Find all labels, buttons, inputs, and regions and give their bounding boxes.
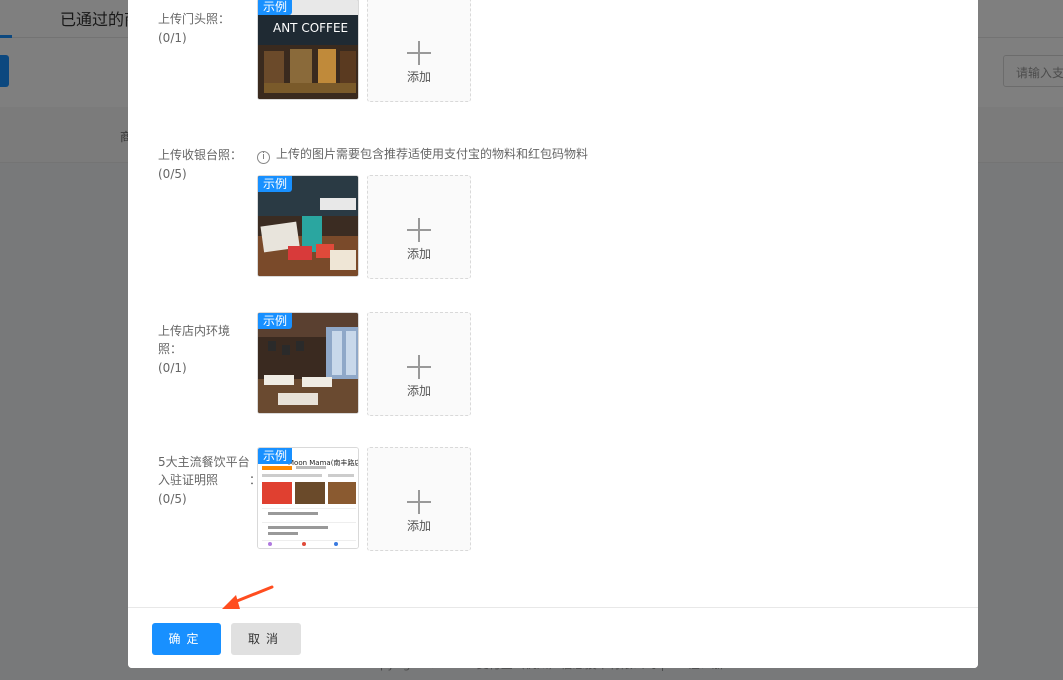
modal-body: 上传门头照： (0/1) ANT COFFEE 示例 添加 上传收银台照： (0…	[128, 0, 978, 607]
confirm-button[interactable]: 确定	[152, 623, 221, 655]
cashier-label-text: 上传收银台照：	[158, 148, 243, 162]
platform-label: 5大主流餐饮平台入驻证明照： (0/5)	[158, 453, 261, 508]
platform-sample-image[interactable]: Moon Mama(南丰路店) 示例	[257, 447, 359, 549]
interior-sample-image[interactable]: 示例	[257, 312, 359, 414]
cashier-sample-image[interactable]: 示例	[257, 175, 359, 277]
storefront-add-button[interactable]: 添加	[367, 0, 471, 102]
annotation-arrow-icon	[222, 585, 274, 609]
cashier-label: 上传收银台照： (0/5)	[158, 146, 253, 183]
platform-sample-badge: 示例	[258, 448, 293, 464]
storefront-sample-badge: 示例	[258, 0, 293, 15]
interior-label: 上传店内环境照： (0/1)	[158, 322, 253, 377]
cancel-button[interactable]: 取消	[231, 623, 301, 655]
plus-icon	[407, 355, 431, 379]
interior-label-text: 上传店内环境照：	[158, 324, 231, 356]
platform-add-button[interactable]: 添加	[367, 447, 471, 551]
storefront-sign-text: ANT COFFEE	[273, 21, 349, 35]
upload-row-interior: 上传店内环境照： (0/1) 示例 添加	[128, 312, 978, 432]
interior-count: (0/1)	[158, 361, 187, 375]
platform-add-label: 添加	[406, 519, 431, 533]
interior-add-button[interactable]: 添加	[367, 312, 471, 416]
upload-row-platform-proof: 5大主流餐饮平台入驻证明照： (0/5) Moon Mama(南丰路店) 示例 …	[128, 447, 978, 563]
platform-label-text: 5大主流餐饮平台入驻证明照	[158, 455, 250, 487]
cashier-tip-text: 上传的图片需要包含推荐适使用支付宝的物料和红包码物料	[276, 147, 589, 161]
upload-row-cashier: 上传收银台照： (0/5) i 上传的图片需要包含推荐适使用支付宝的物料和红包码物…	[128, 146, 978, 281]
cashier-add-button[interactable]: 添加	[367, 175, 471, 279]
interior-add-label: 添加	[406, 384, 431, 398]
platform-count: (0/5)	[158, 492, 187, 506]
interior-sample-badge: 示例	[258, 313, 293, 329]
upload-modal: 上传门头照： (0/1) ANT COFFEE 示例 添加 上传收银台照： (0…	[128, 0, 978, 668]
modal-footer: 确定 取消	[128, 607, 978, 668]
plus-icon	[407, 218, 431, 242]
storefront-label-text: 上传门头照：	[158, 12, 231, 26]
storefront-add-label: 添加	[406, 70, 431, 84]
platform-screenshot-title: Moon Mama(南丰路店)	[288, 459, 359, 467]
storefront-photo-icon	[258, 0, 358, 99]
upload-row-storefront: 上传门头照： (0/1) ANT COFFEE 示例 添加	[128, 0, 978, 120]
storefront-sample-image[interactable]: ANT COFFEE 示例	[257, 0, 359, 100]
cashier-sample-badge: 示例	[258, 176, 293, 192]
info-icon: i	[257, 151, 270, 164]
cashier-add-label: 添加	[406, 247, 431, 261]
plus-icon	[407, 41, 431, 65]
cashier-tip: i 上传的图片需要包含推荐适使用支付宝的物料和红包码物料	[257, 146, 588, 164]
cashier-count: (0/5)	[158, 167, 187, 181]
plus-icon	[407, 490, 431, 514]
storefront-count: (0/1)	[158, 31, 187, 45]
storefront-label: 上传门头照： (0/1)	[158, 10, 253, 47]
